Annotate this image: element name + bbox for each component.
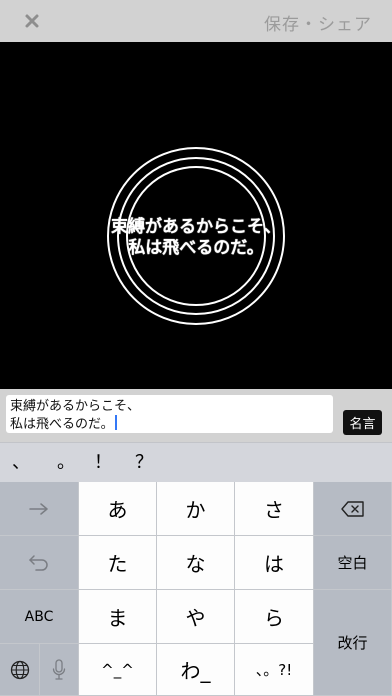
undo-key[interactable] [0, 536, 79, 590]
return-key[interactable]: 改行 [314, 590, 392, 696]
kana-keyboard: あ か さ た な は 空白 ABC ま や ら 改行 ^_^ わ_ 、。?! [0, 482, 392, 696]
key-ha[interactable]: は [235, 536, 314, 590]
text-field-line-1: 束縛があるからこそ、 [10, 399, 141, 414]
decorative-rings [107, 147, 285, 325]
microphone-key[interactable] [40, 644, 79, 696]
delete-key[interactable] [314, 482, 392, 536]
abc-key[interactable]: ABC [0, 590, 79, 644]
microphone-icon [52, 658, 66, 680]
key-punctuation[interactable]: 、。?! [235, 644, 314, 696]
suggestion-comma[interactable]: 、 [6, 451, 36, 475]
punctuation-suggestion-bar: 、 。 ！ ？ [0, 442, 392, 482]
key-emoticon[interactable]: ^_^ [79, 644, 157, 696]
key-ya[interactable]: や [157, 590, 235, 644]
key-a[interactable]: あ [79, 482, 157, 536]
text-caret [114, 415, 117, 430]
meigen-button[interactable]: 名言 [343, 410, 382, 435]
quote-line-1: 束縛があるからこそ、 [111, 217, 281, 237]
quote-text: 束縛があるからこそ、 私は飛べるのだ。 [0, 217, 392, 259]
key-ma[interactable]: ま [79, 590, 157, 644]
suggestion-question[interactable]: ？ [129, 451, 159, 475]
arrow-right-key[interactable] [0, 482, 79, 536]
close-icon[interactable] [18, 9, 46, 33]
key-ta[interactable]: た [79, 536, 157, 590]
undo-icon [29, 554, 48, 571]
key-na[interactable]: な [157, 536, 235, 590]
globe-icon [10, 660, 29, 679]
key-sa[interactable]: さ [235, 482, 314, 536]
suggestion-period[interactable]: 。 [51, 451, 81, 475]
globe-key[interactable] [0, 644, 40, 696]
suggestion-exclamation[interactable]: ！ [88, 451, 118, 475]
top-bar: 保存・シェア [0, 0, 392, 42]
quote-text-field[interactable]: 束縛があるからこそ、 私は飛べるのだ。 [6, 395, 333, 433]
input-row: 束縛があるからこそ、 私は飛べるのだ。 名言 [0, 389, 392, 442]
key-wa[interactable]: わ_ [157, 644, 235, 696]
save-share-button[interactable]: 保存・シェア [264, 10, 372, 35]
key-ka[interactable]: か [157, 482, 235, 536]
space-key[interactable]: 空白 [314, 536, 392, 590]
quote-line-2: 私は飛べるのだ。 [128, 238, 264, 258]
delete-backspace-icon [340, 500, 364, 517]
key-ra[interactable]: ら [235, 590, 314, 644]
quote-preview-canvas: 束縛があるからこそ、 私は飛べるのだ。 [0, 42, 392, 389]
arrow-right-icon [29, 502, 48, 515]
text-field-line-2: 私は飛べるのだ。 [10, 417, 114, 432]
